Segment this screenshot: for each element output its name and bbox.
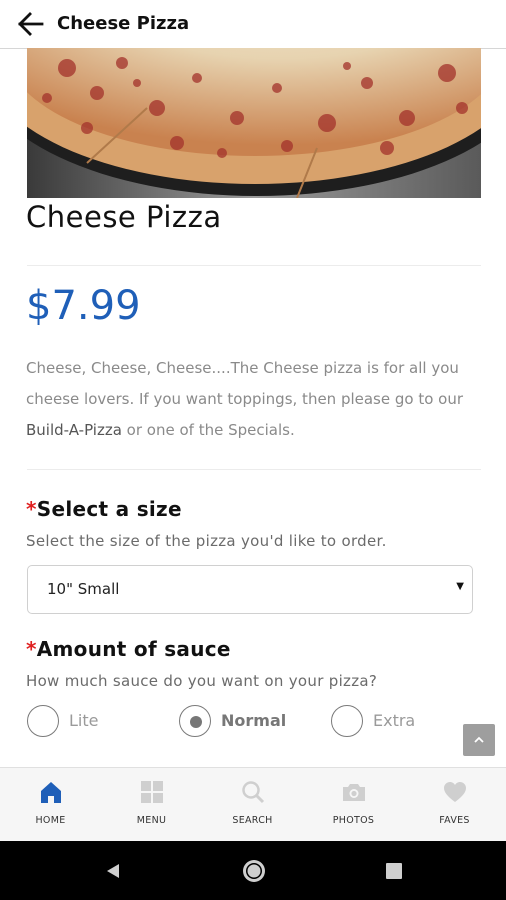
- dropdown-caret-icon: ▼: [456, 581, 464, 592]
- sauce-section-title: *Amount of sauce: [26, 637, 231, 661]
- nav-label: MENU: [136, 815, 167, 826]
- size-title-text: Select a size: [36, 497, 182, 521]
- system-navigation-bar: [0, 841, 506, 900]
- size-select[interactable]: 10" Small ▼: [27, 565, 473, 614]
- size-select-value: 10" Small: [47, 580, 120, 598]
- nav-label: HOME: [35, 815, 66, 826]
- radio-circle: [331, 705, 363, 737]
- nav-menu[interactable]: MENU: [101, 768, 202, 842]
- divider: [27, 265, 481, 266]
- divider: [27, 469, 481, 470]
- nav-home[interactable]: HOME: [0, 768, 101, 842]
- nav-photos[interactable]: PHOTOS: [303, 768, 404, 842]
- radio-circle: [27, 705, 59, 737]
- home-icon: [41, 782, 61, 803]
- nav-faves[interactable]: FAVES: [404, 768, 505, 842]
- page-title: Cheese Pizza: [57, 13, 190, 34]
- description-text-end: or one of the Specials.: [121, 421, 295, 439]
- sauce-option-label: Lite: [69, 711, 99, 730]
- item-description: Cheese, Cheese, Cheese....The Cheese piz…: [26, 353, 486, 446]
- build-a-pizza-link[interactable]: Build-A-Pizza: [26, 421, 122, 439]
- scroll-to-top-button[interactable]: [463, 724, 495, 756]
- sauce-option-label: Extra: [373, 711, 416, 730]
- item-price: $7.99: [26, 283, 141, 329]
- size-section-title: *Select a size: [26, 497, 182, 521]
- item-name: Cheese Pizza: [26, 200, 222, 234]
- nav-label: FAVES: [439, 815, 470, 826]
- required-marker: *: [26, 637, 37, 661]
- required-marker: *: [26, 497, 37, 521]
- chevron-up-icon: [474, 736, 484, 743]
- radio-dot: [190, 716, 202, 728]
- radio-circle-selected: [179, 705, 211, 737]
- sauce-title-text: Amount of sauce: [36, 637, 231, 661]
- system-recents-icon[interactable]: [386, 863, 402, 879]
- size-section-subtitle: Select the size of the pizza you'd like …: [26, 532, 387, 550]
- sauce-section-subtitle: How much sauce do you want on your pizza…: [26, 672, 378, 690]
- system-back-icon[interactable]: [104, 862, 122, 880]
- camera-icon: [343, 784, 365, 801]
- grid-icon: [141, 781, 163, 803]
- bottom-navigation: HOME MENU SEARCH PHOTOS FAVES: [0, 767, 506, 842]
- description-text: Cheese, Cheese, Cheese....The Cheese piz…: [26, 359, 464, 408]
- nav-search[interactable]: SEARCH: [202, 768, 303, 842]
- heart-icon: [444, 782, 466, 802]
- nav-label: SEARCH: [232, 815, 273, 826]
- back-arrow-icon[interactable]: [16, 11, 44, 37]
- search-icon: [242, 781, 265, 804]
- nav-label: PHOTOS: [332, 815, 375, 826]
- sauce-option-label: Normal: [221, 711, 287, 730]
- pizza-photo: [27, 48, 481, 198]
- app-bar: Cheese Pizza: [0, 0, 506, 49]
- system-home-icon[interactable]: [241, 858, 267, 884]
